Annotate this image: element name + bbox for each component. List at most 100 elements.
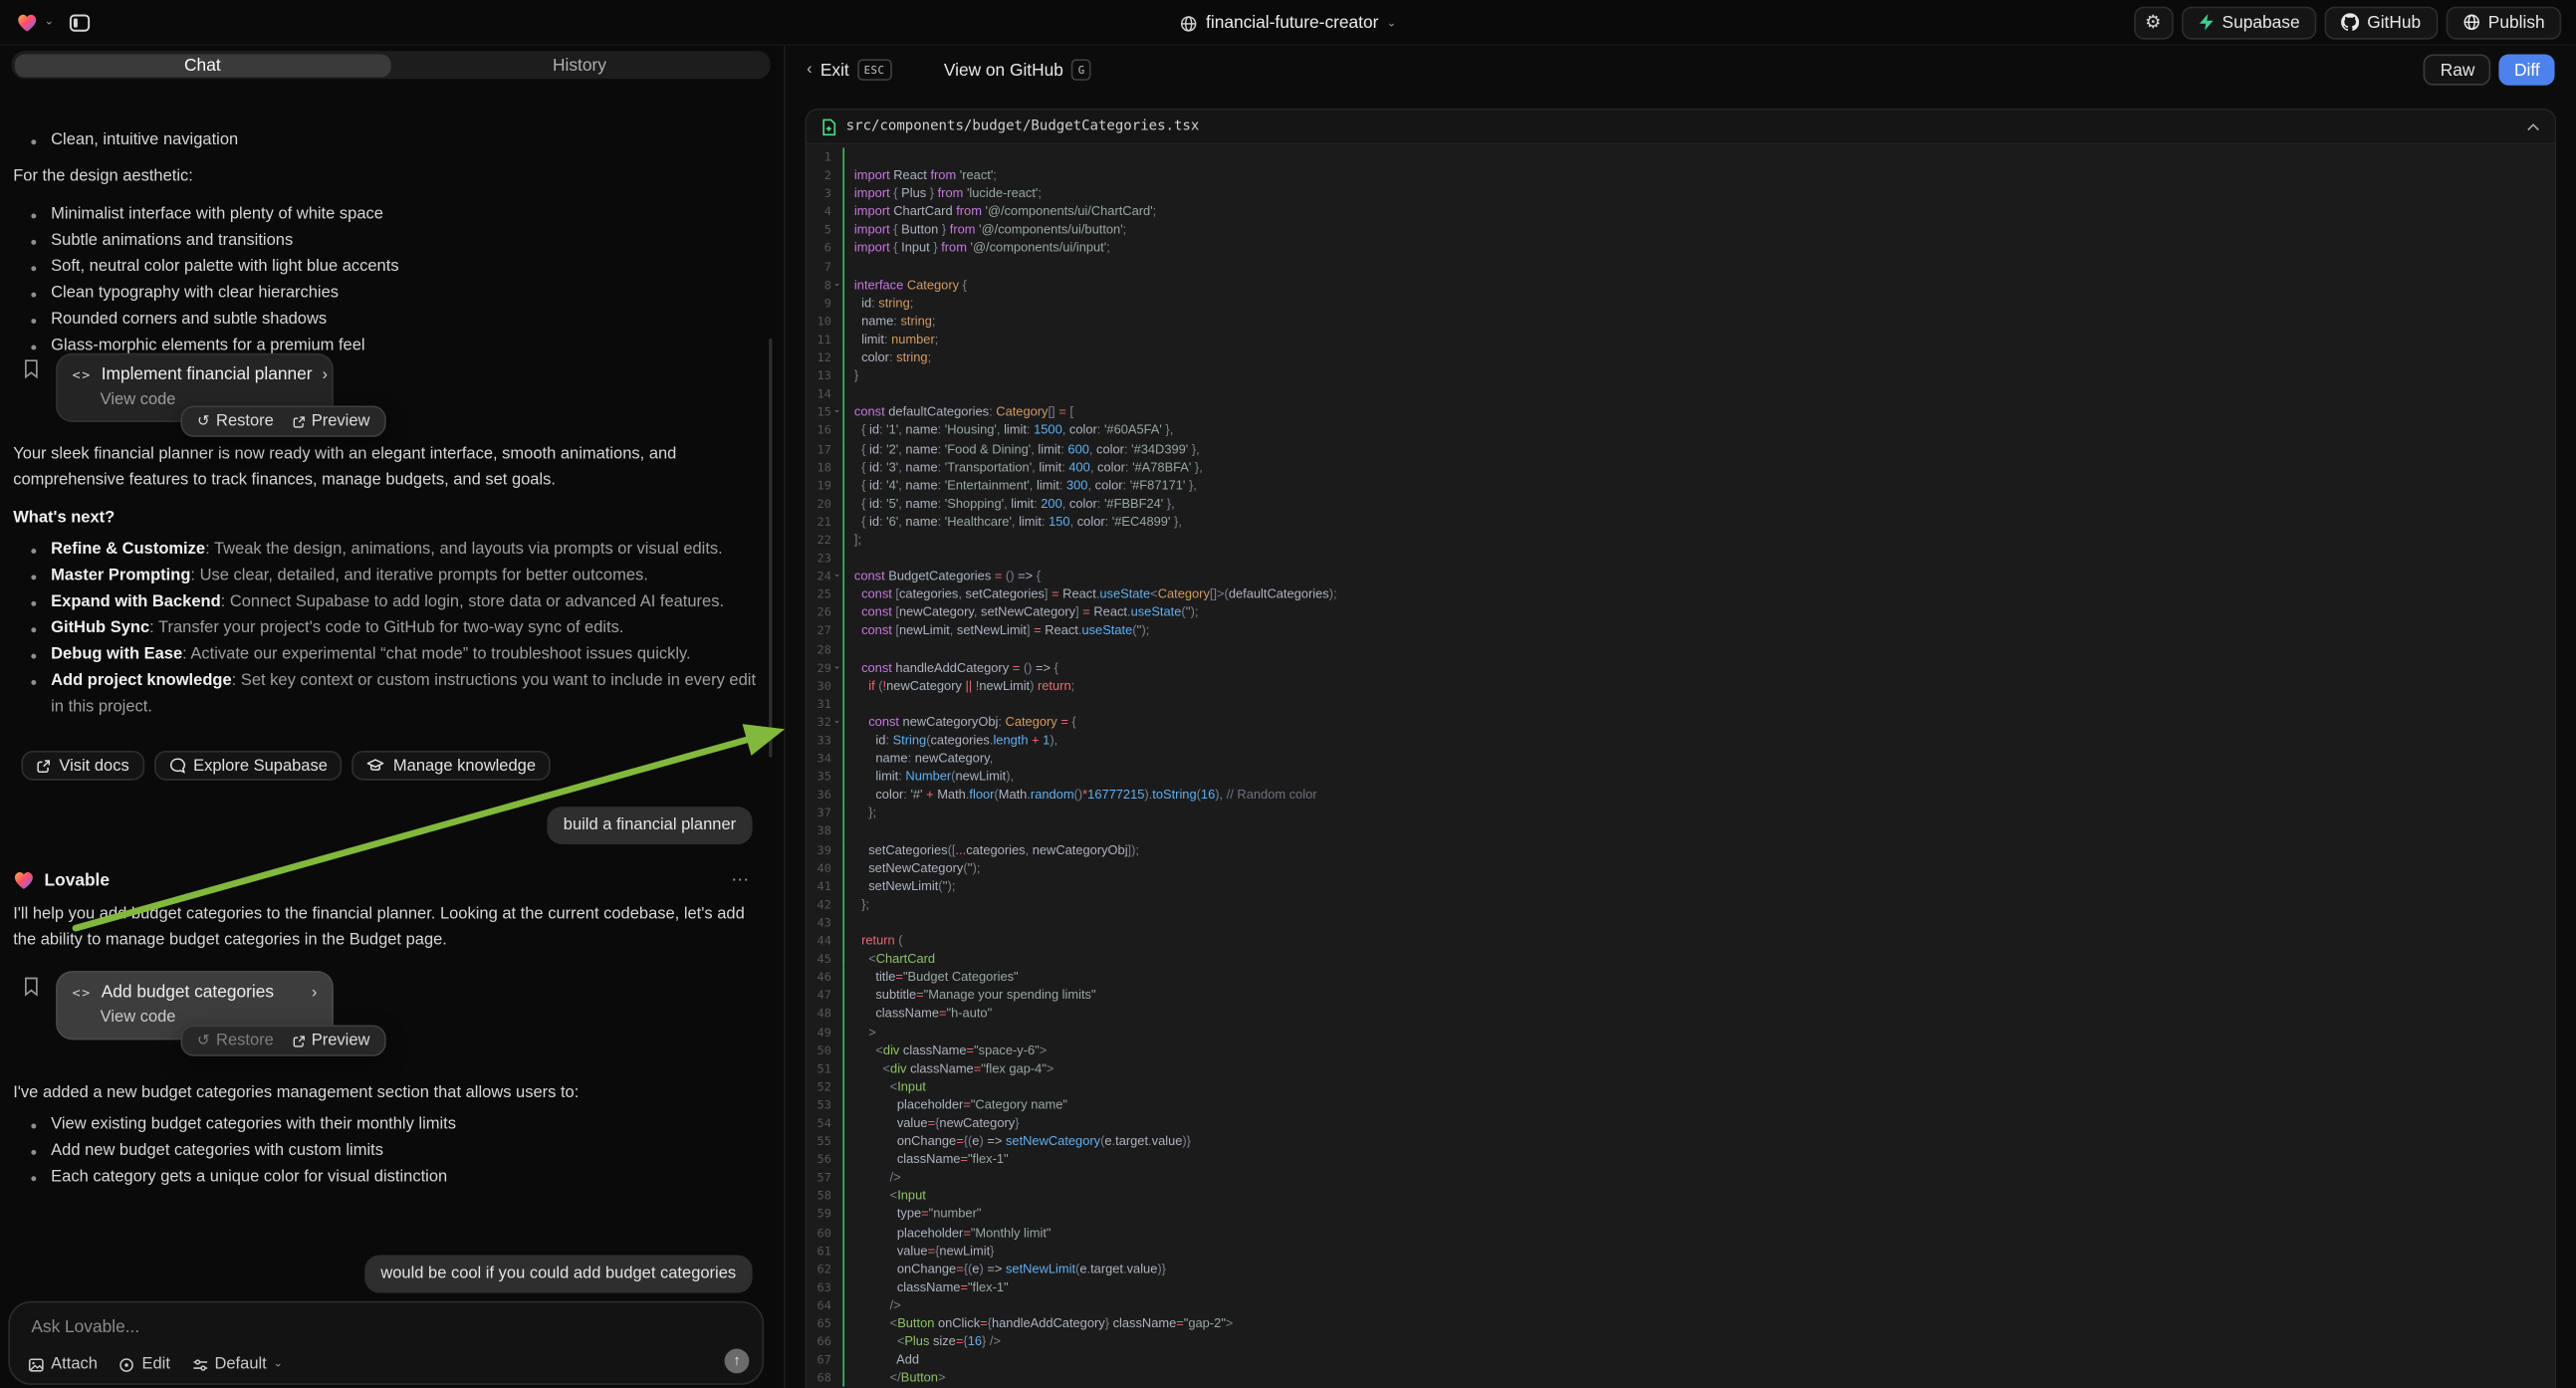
lovable-logo-icon[interactable] <box>16 12 37 32</box>
chevron-right-icon: › <box>312 983 318 1001</box>
list-item: Add new budget categories with custom li… <box>13 1138 756 1164</box>
chevron-down-icon: ⌄ <box>273 1358 283 1370</box>
list-item: Minimalist interface with plenty of whit… <box>13 202 756 228</box>
list-item: Master Prompting: Use clear, detailed, a… <box>13 564 757 589</box>
external-link-icon <box>36 758 51 773</box>
edit-button[interactable]: Edit <box>118 1355 170 1373</box>
user-message: build a financial planner <box>547 807 752 844</box>
list-item: Subtle animations and transitions <box>13 228 756 254</box>
topbar: ⌄ financial-future-creator ⌄ ⚙ Supabase <box>0 0 2576 46</box>
project-globe-icon <box>1180 14 1198 32</box>
target-icon <box>118 1356 134 1372</box>
tab-history[interactable]: History <box>391 54 769 77</box>
list-item: Soft, neutral color palette with light b… <box>13 255 756 281</box>
code-lines: 12import React from 'react';3import { Pl… <box>807 144 2554 1388</box>
publish-globe-icon <box>2461 13 2479 31</box>
external-link-icon <box>292 1035 305 1047</box>
lovable-heart-icon <box>13 870 34 890</box>
chat-panel: Chat History Clean, intuitive navigation… <box>0 46 774 1388</box>
code-panel: ‹ Exit ESC View on GitHub G Raw Diff src… <box>784 46 2576 1388</box>
assistant-header: Lovable ⋯ <box>13 869 751 890</box>
send-button[interactable]: ↑ <box>725 1349 750 1374</box>
user-message: would be cool if you could add budget ca… <box>364 1256 753 1293</box>
quick-actions-row: Visit docs Explore Supabase Manage knowl… <box>21 751 550 781</box>
list-item: View existing budget categories with the… <box>13 1112 756 1138</box>
attach-button[interactable]: Attach <box>28 1355 98 1373</box>
explore-supabase-button[interactable]: Explore Supabase <box>153 751 342 781</box>
version-hover-actions: ↺Restore Preview <box>180 1026 385 1056</box>
list-item: Each category gets a unique color for vi… <box>13 1165 756 1191</box>
file-added-icon <box>821 117 836 135</box>
lovable-app: ⌄ financial-future-creator ⌄ ⚙ Supabase <box>0 0 2576 1388</box>
sliders-icon <box>191 1356 207 1372</box>
gear-icon: ⚙ <box>2145 12 2161 33</box>
image-icon <box>28 1356 44 1372</box>
code-icon: <> <box>73 985 92 1000</box>
composer-input[interactable]: Ask Lovable... <box>31 1317 139 1337</box>
file-header[interactable]: src/components/budget/BudgetCategories.t… <box>807 111 2554 145</box>
bookmark-icon[interactable] <box>23 358 39 379</box>
publish-button[interactable]: Publish <box>2446 6 2561 39</box>
whats-next-heading: What's next? <box>13 506 115 532</box>
chat-bubble-icon <box>168 758 184 774</box>
preview-button[interactable]: Preview <box>292 412 369 430</box>
list-item: Debug with Ease: Activate our experiment… <box>13 642 757 668</box>
file-path: src/components/budget/BudgetCategories.t… <box>846 118 2517 134</box>
list-item: Refine & Customize: Tweak the design, an… <box>13 538 757 564</box>
settings-button[interactable]: ⚙ <box>2133 6 2173 39</box>
manage-knowledge-button[interactable]: Manage knowledge <box>352 751 551 781</box>
supabase-button[interactable]: Supabase <box>2181 6 2316 39</box>
chat-scrollbar[interactable] <box>768 339 772 758</box>
list-item: Clean typography with clear hierarchies <box>13 281 756 307</box>
assistant-reply-outro: I've added a new budget categories manag… <box>13 1081 757 1107</box>
preview-button[interactable]: Preview <box>292 1032 369 1049</box>
restore-button[interactable]: ↺Restore <box>197 412 274 430</box>
logo-chevron-down-icon[interactable]: ⌄ <box>45 16 55 28</box>
list-item: Rounded corners and subtle shadows <box>13 308 756 334</box>
mode-selector[interactable]: Default ⌄ <box>191 1355 283 1373</box>
tab-chat[interactable]: Chat <box>14 54 391 77</box>
bookmark-icon[interactable] <box>23 976 39 997</box>
restore-icon: ↺ <box>197 1032 209 1049</box>
assistant-reply-intro: I'll help you add budget categories to t… <box>13 902 757 955</box>
supabase-bolt-icon <box>2198 13 2214 31</box>
composer[interactable]: Ask Lovable... Attach Edit Default ⌄ ↑ <box>8 1301 764 1385</box>
graduation-cap-icon <box>367 758 385 774</box>
github-icon <box>2341 13 2359 31</box>
esc-key-badge: ESC <box>857 59 891 80</box>
github-button[interactable]: GitHub <box>2324 6 2437 39</box>
external-link-icon <box>292 415 305 428</box>
restore-button-disabled[interactable]: ↺Restore <box>197 1032 274 1049</box>
toggle-sidebar-icon[interactable] <box>69 12 90 32</box>
version-hover-actions: ↺Restore Preview <box>180 406 385 437</box>
list-item: Clean, intuitive navigation <box>13 128 756 154</box>
g-key-badge: G <box>1071 59 1091 80</box>
restore-icon: ↺ <box>197 412 209 430</box>
code-icon: <> <box>73 367 92 382</box>
list-item: Expand with Backend: Connect Supabase to… <box>13 589 757 615</box>
whats-next-list: Refine & Customize: Tweak the design, an… <box>13 538 757 722</box>
arrow-up-icon: ↑ <box>733 1353 740 1368</box>
raw-toggle-button[interactable]: Raw <box>2424 54 2491 85</box>
collapse-chevron-up-icon[interactable] <box>2527 122 2540 130</box>
view-on-github-button[interactable]: View on GitHub G <box>944 59 1091 80</box>
project-name[interactable]: financial-future-creator <box>1206 13 1378 33</box>
exit-button[interactable]: ‹ Exit ESC <box>807 59 891 80</box>
chevron-right-icon: › <box>322 365 328 383</box>
diff-toggle-button[interactable]: Diff <box>2499 54 2554 85</box>
chevron-left-icon: ‹ <box>807 61 813 79</box>
file-diff-card: src/components/budget/BudgetCategories.t… <box>805 109 2556 1388</box>
visit-docs-button[interactable]: Visit docs <box>21 751 143 781</box>
assistant-name: Lovable <box>45 870 722 890</box>
code-panel-header: ‹ Exit ESC View on GitHub G Raw Diff <box>786 46 2576 94</box>
chat-history-tabs: Chat History <box>12 51 771 79</box>
aesthetic-heading: For the design aesthetic: <box>13 164 193 190</box>
aesthetic-list: Minimalist interface with plenty of whit… <box>13 202 756 359</box>
assistant-summary: Your sleek financial planner is now read… <box>13 442 756 495</box>
outro-list: View existing budget categories with the… <box>13 1112 756 1191</box>
list-item: Add project knowledge: Set key context o… <box>13 668 757 721</box>
view-code-link[interactable]: View code <box>101 1009 318 1027</box>
list-item: GitHub Sync: Transfer your project's cod… <box>13 616 757 642</box>
project-chevron-down-icon[interactable]: ⌄ <box>1387 17 1397 29</box>
message-menu-icon[interactable]: ⋯ <box>731 869 751 890</box>
